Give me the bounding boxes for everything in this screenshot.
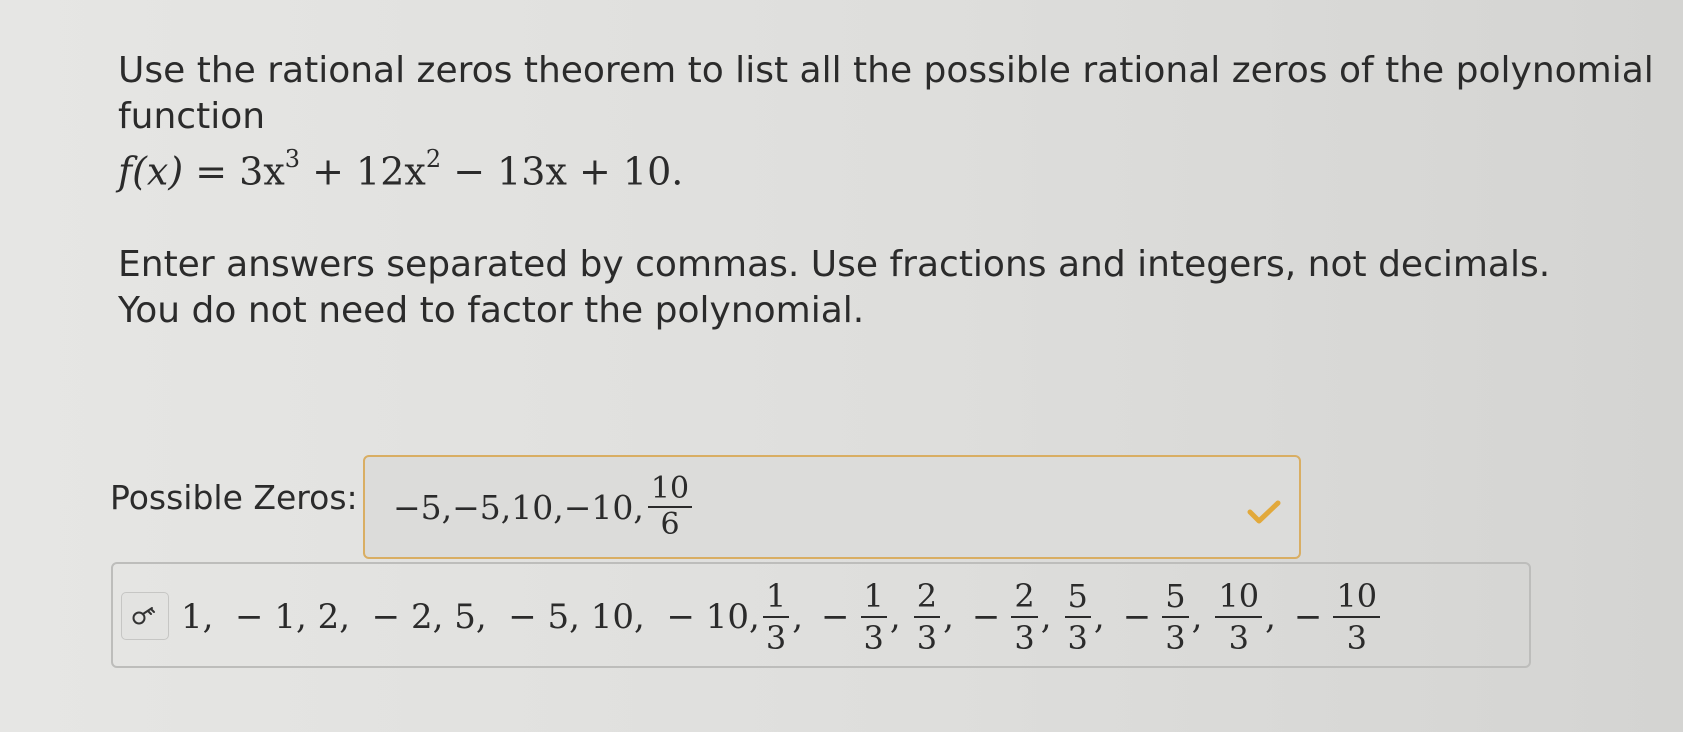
result-frac-num: 10 xyxy=(1215,576,1263,618)
result-comma: , xyxy=(1093,597,1105,637)
result-frac-num: 5 xyxy=(1162,576,1189,618)
result-minus-sign: − xyxy=(1293,597,1323,637)
result-minus-sign: − xyxy=(1122,597,1152,637)
result-comma: , xyxy=(1040,597,1052,637)
formula-tail: − 13x + 10. xyxy=(441,149,684,194)
result-frac-num: 1 xyxy=(762,576,790,618)
key-button[interactable] xyxy=(121,592,169,640)
result-frac-den: 3 xyxy=(1165,619,1186,657)
formula-exp2: 2 xyxy=(425,145,442,173)
check-icon xyxy=(1247,500,1281,524)
formula-exp1: 3 xyxy=(284,145,301,173)
result-frac-den: 3 xyxy=(1346,619,1367,657)
correct-answer-panel: 1, − 1, 2, − 2, 5, − 5, 10, − 10, 1 3, −1 3… xyxy=(111,562,1531,668)
answer-value: −5,−5,10,−10, 10 6 xyxy=(393,467,696,547)
result-integers: 1, − 1, 2, − 2, 5, − 5, 10, − 10, xyxy=(181,597,760,637)
result-fraction: 53 xyxy=(1064,576,1091,658)
result-frac-num: 1 xyxy=(860,576,887,618)
key-icon xyxy=(132,607,155,625)
result-comma: , xyxy=(1191,597,1203,637)
answer-frac-num: 10 xyxy=(647,472,693,508)
formula-lhs: f(x) xyxy=(118,149,184,194)
result-fraction-list: 1 3, −1 3, 2 3, −2 3, 5 3, −5 3, 10 3, −10 3 xyxy=(760,576,1383,658)
result-frac-den: 3 xyxy=(765,619,787,657)
result-frac-den: 3 xyxy=(1067,619,1088,657)
result-fraction: 10 3 xyxy=(1333,576,1381,658)
result-math: 1, − 1, 2, − 2, 5, − 5, 10, − 10, 1 3, −1 3… xyxy=(181,570,1383,664)
question-text: Use the rational zeros theorem to list a… xyxy=(118,50,1654,137)
result-frac-num: 5 xyxy=(1064,576,1091,618)
polynomial-formula: f(x) = 3x3 + 12x2 − 13x + 10. xyxy=(118,140,683,195)
result-fraction: 53 xyxy=(1162,576,1189,658)
result-frac-num: 2 xyxy=(913,576,941,618)
result-fraction: 23 xyxy=(1011,576,1038,658)
result-comma: , xyxy=(1265,597,1276,637)
instructions-text: Enter answers separated by commas. Use f… xyxy=(118,244,1551,331)
result-frac-num: 10 xyxy=(1333,576,1381,618)
result-minus-sign: − xyxy=(821,597,850,637)
result-fraction: 13 xyxy=(762,576,790,658)
result-frac-den: 3 xyxy=(916,619,938,657)
result-comma: , xyxy=(889,597,901,637)
formula-term1: = 3x xyxy=(183,149,285,194)
result-comma: , xyxy=(792,597,804,637)
result-frac-den: 3 xyxy=(1014,619,1035,657)
result-comma: , xyxy=(943,597,954,637)
possible-zeros-label: Possible Zeros: xyxy=(110,478,358,517)
result-fraction: 13 xyxy=(860,576,887,658)
result-fraction: 23 xyxy=(913,576,941,658)
answer-input[interactable]: −5,−5,10,−10, 10 6 xyxy=(363,455,1301,559)
formula-term2: + 12x xyxy=(300,149,426,194)
answer-fraction: 10 6 xyxy=(647,472,693,542)
result-frac-num: 2 xyxy=(1011,576,1038,618)
result-fraction: 10 3 xyxy=(1215,576,1263,658)
result-frac-den: 3 xyxy=(1228,619,1249,657)
answer-typed-text: −5,−5,10,−10, xyxy=(393,487,644,527)
answer-frac-den: 6 xyxy=(660,507,680,542)
result-frac-den: 3 xyxy=(863,619,884,657)
result-minus-sign: − xyxy=(971,597,1001,637)
